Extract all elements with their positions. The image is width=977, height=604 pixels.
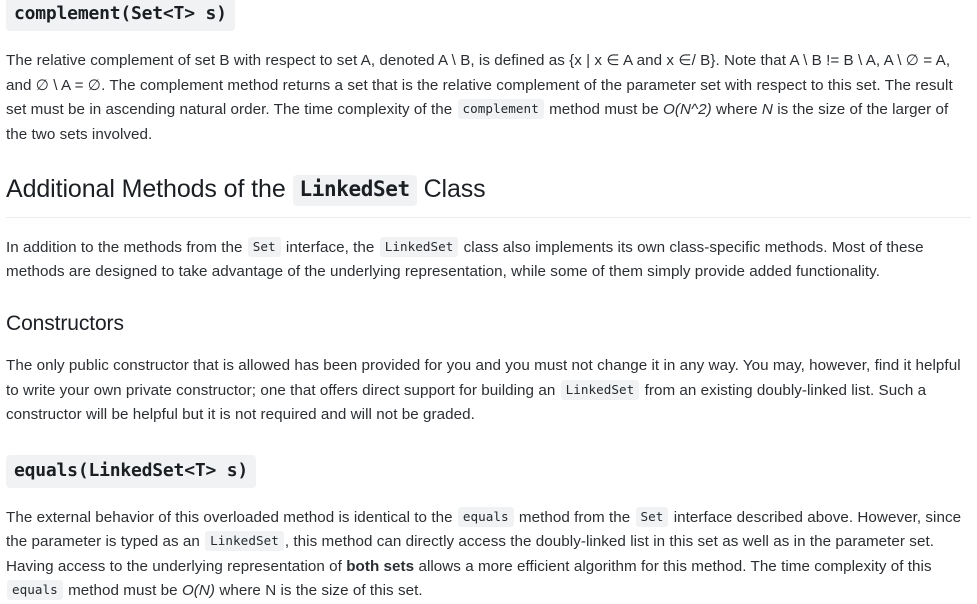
document-page: complement(Set<T> s) The relative comple… — [0, 0, 977, 604]
paragraph-complement: The relative complement of set B with re… — [6, 52, 953, 143]
class-name-linkedset: LinkedSet — [292, 175, 417, 206]
inline-code-equals: equals — [7, 580, 63, 601]
emphasis-text: O(N^2) — [662, 101, 712, 119]
section-heading-additional-methods: Additional Methods of the LinkedSet Clas… — [6, 173, 971, 218]
method-signature-equals: equals(LinkedSet<T> s) — [6, 454, 257, 488]
method-signature-complement: complement(Set<T> s) — [6, 0, 235, 32]
inline-code-set: Set — [247, 236, 281, 257]
paragraph-constructors: The only public constructor that is allo… — [6, 357, 961, 424]
paragraph-equals: The external behavior of this overloaded… — [6, 506, 962, 601]
inline-code-complement: complement — [457, 99, 544, 120]
emphasis-text: N — [761, 101, 773, 119]
heading-prefix-text: Additional Methods of the — [6, 175, 286, 204]
strong-text: both sets — [346, 557, 415, 575]
section-heading-constructors: Constructors — [6, 311, 124, 335]
section-heading-equals: equals(LinkedSet<T> s) — [6, 454, 971, 488]
paragraph-additional-methods: In addition to the methods from the Set … — [6, 236, 924, 281]
inline-code-set: Set — [635, 506, 669, 527]
inline-code-linkedset: LinkedSet — [560, 379, 640, 400]
inline-code-equals: equals — [457, 506, 514, 527]
inline-code-linkedset: LinkedSet — [205, 531, 284, 552]
section-heading-complement: complement(Set<T> s) — [6, 0, 971, 32]
inline-code-linkedset: LinkedSet — [379, 236, 459, 257]
heading-suffix-text: Class — [423, 175, 486, 204]
emphasis-text: O(N) — [181, 582, 216, 600]
